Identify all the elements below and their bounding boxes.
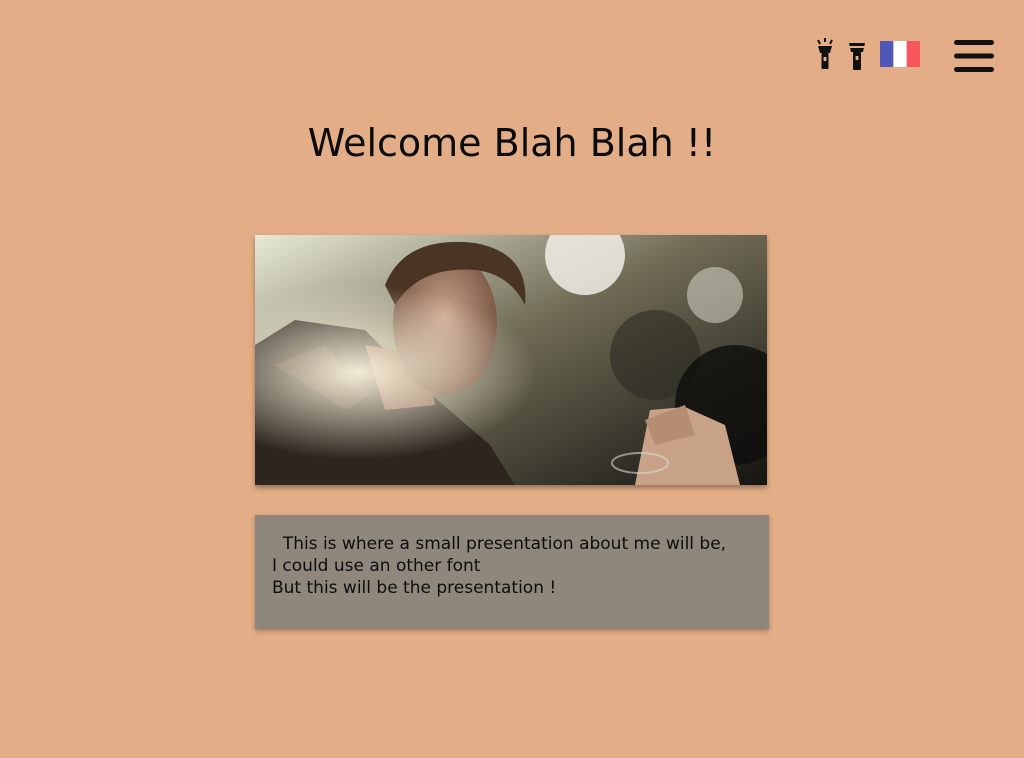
presentation-line: This is where a small presentation about… bbox=[272, 534, 727, 554]
flashlight-on-icon[interactable] bbox=[814, 38, 836, 72]
page-title: Welcome Blah Blah !! bbox=[307, 121, 717, 165]
flashlight-off-icon[interactable] bbox=[846, 38, 868, 72]
profile-photo bbox=[255, 235, 767, 485]
top-toolbar bbox=[0, 0, 1024, 100]
presentation-line: I could use an other font bbox=[272, 556, 481, 576]
france-flag-icon[interactable] bbox=[880, 41, 920, 67]
presentation-box: This is where a small presentation about… bbox=[255, 515, 769, 629]
hamburger-menu-icon[interactable] bbox=[952, 38, 996, 74]
presentation-line: But this will be the presentation ! bbox=[272, 578, 557, 598]
